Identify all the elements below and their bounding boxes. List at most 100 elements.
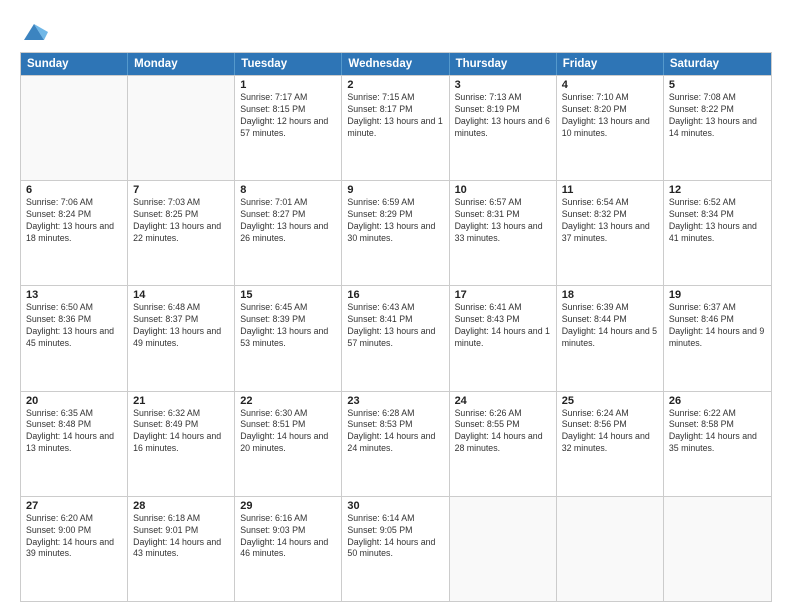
day-info: Sunrise: 6:57 AM Sunset: 8:31 PM Dayligh…: [455, 197, 551, 245]
calendar-cell-5: 5Sunrise: 7:08 AM Sunset: 8:22 PM Daylig…: [664, 76, 771, 180]
day-info: Sunrise: 6:28 AM Sunset: 8:53 PM Dayligh…: [347, 408, 443, 456]
calendar-cell-7: 7Sunrise: 7:03 AM Sunset: 8:25 PM Daylig…: [128, 181, 235, 285]
day-number: 24: [455, 395, 551, 407]
day-info: Sunrise: 6:45 AM Sunset: 8:39 PM Dayligh…: [240, 302, 336, 350]
logo-icon: [20, 18, 48, 46]
day-info: Sunrise: 6:32 AM Sunset: 8:49 PM Dayligh…: [133, 408, 229, 456]
day-info: Sunrise: 6:16 AM Sunset: 9:03 PM Dayligh…: [240, 513, 336, 561]
day-number: 16: [347, 289, 443, 301]
weekday-header-friday: Friday: [557, 53, 664, 75]
day-info: Sunrise: 7:17 AM Sunset: 8:15 PM Dayligh…: [240, 92, 336, 140]
day-info: Sunrise: 6:14 AM Sunset: 9:05 PM Dayligh…: [347, 513, 443, 561]
logo: [20, 18, 52, 46]
calendar-header: SundayMondayTuesdayWednesdayThursdayFrid…: [21, 53, 771, 75]
weekday-header-thursday: Thursday: [450, 53, 557, 75]
day-info: Sunrise: 7:01 AM Sunset: 8:27 PM Dayligh…: [240, 197, 336, 245]
day-number: 10: [455, 184, 551, 196]
day-info: Sunrise: 6:22 AM Sunset: 8:58 PM Dayligh…: [669, 408, 766, 456]
calendar-cell-empty: [450, 497, 557, 601]
day-number: 20: [26, 395, 122, 407]
day-number: 14: [133, 289, 229, 301]
calendar-row-0: 1Sunrise: 7:17 AM Sunset: 8:15 PM Daylig…: [21, 75, 771, 180]
day-number: 6: [26, 184, 122, 196]
calendar-cell-8: 8Sunrise: 7:01 AM Sunset: 8:27 PM Daylig…: [235, 181, 342, 285]
calendar-cell-10: 10Sunrise: 6:57 AM Sunset: 8:31 PM Dayli…: [450, 181, 557, 285]
calendar-cell-empty: [128, 76, 235, 180]
day-info: Sunrise: 6:24 AM Sunset: 8:56 PM Dayligh…: [562, 408, 658, 456]
day-info: Sunrise: 6:30 AM Sunset: 8:51 PM Dayligh…: [240, 408, 336, 456]
day-number: 28: [133, 500, 229, 512]
calendar-cell-16: 16Sunrise: 6:43 AM Sunset: 8:41 PM Dayli…: [342, 286, 449, 390]
calendar-row-2: 13Sunrise: 6:50 AM Sunset: 8:36 PM Dayli…: [21, 285, 771, 390]
calendar-cell-27: 27Sunrise: 6:20 AM Sunset: 9:00 PM Dayli…: [21, 497, 128, 601]
calendar: SundayMondayTuesdayWednesdayThursdayFrid…: [20, 52, 772, 602]
calendar-cell-19: 19Sunrise: 6:37 AM Sunset: 8:46 PM Dayli…: [664, 286, 771, 390]
calendar-cell-20: 20Sunrise: 6:35 AM Sunset: 8:48 PM Dayli…: [21, 392, 128, 496]
calendar-cell-30: 30Sunrise: 6:14 AM Sunset: 9:05 PM Dayli…: [342, 497, 449, 601]
day-number: 27: [26, 500, 122, 512]
calendar-cell-17: 17Sunrise: 6:41 AM Sunset: 8:43 PM Dayli…: [450, 286, 557, 390]
calendar-cell-12: 12Sunrise: 6:52 AM Sunset: 8:34 PM Dayli…: [664, 181, 771, 285]
calendar-cell-empty: [21, 76, 128, 180]
day-info: Sunrise: 6:26 AM Sunset: 8:55 PM Dayligh…: [455, 408, 551, 456]
day-info: Sunrise: 6:54 AM Sunset: 8:32 PM Dayligh…: [562, 197, 658, 245]
day-info: Sunrise: 7:15 AM Sunset: 8:17 PM Dayligh…: [347, 92, 443, 140]
day-number: 29: [240, 500, 336, 512]
calendar-body: 1Sunrise: 7:17 AM Sunset: 8:15 PM Daylig…: [21, 75, 771, 601]
weekday-header-saturday: Saturday: [664, 53, 771, 75]
calendar-cell-11: 11Sunrise: 6:54 AM Sunset: 8:32 PM Dayli…: [557, 181, 664, 285]
day-info: Sunrise: 6:41 AM Sunset: 8:43 PM Dayligh…: [455, 302, 551, 350]
day-number: 1: [240, 79, 336, 91]
day-number: 21: [133, 395, 229, 407]
calendar-cell-24: 24Sunrise: 6:26 AM Sunset: 8:55 PM Dayli…: [450, 392, 557, 496]
calendar-cell-3: 3Sunrise: 7:13 AM Sunset: 8:19 PM Daylig…: [450, 76, 557, 180]
calendar-cell-26: 26Sunrise: 6:22 AM Sunset: 8:58 PM Dayli…: [664, 392, 771, 496]
calendar-cell-22: 22Sunrise: 6:30 AM Sunset: 8:51 PM Dayli…: [235, 392, 342, 496]
calendar-cell-13: 13Sunrise: 6:50 AM Sunset: 8:36 PM Dayli…: [21, 286, 128, 390]
calendar-cell-25: 25Sunrise: 6:24 AM Sunset: 8:56 PM Dayli…: [557, 392, 664, 496]
day-number: 15: [240, 289, 336, 301]
calendar-row-1: 6Sunrise: 7:06 AM Sunset: 8:24 PM Daylig…: [21, 180, 771, 285]
day-info: Sunrise: 7:08 AM Sunset: 8:22 PM Dayligh…: [669, 92, 766, 140]
calendar-cell-15: 15Sunrise: 6:45 AM Sunset: 8:39 PM Dayli…: [235, 286, 342, 390]
day-number: 9: [347, 184, 443, 196]
calendar-row-3: 20Sunrise: 6:35 AM Sunset: 8:48 PM Dayli…: [21, 391, 771, 496]
calendar-cell-9: 9Sunrise: 6:59 AM Sunset: 8:29 PM Daylig…: [342, 181, 449, 285]
day-number: 26: [669, 395, 766, 407]
day-info: Sunrise: 7:03 AM Sunset: 8:25 PM Dayligh…: [133, 197, 229, 245]
day-number: 30: [347, 500, 443, 512]
day-info: Sunrise: 7:06 AM Sunset: 8:24 PM Dayligh…: [26, 197, 122, 245]
header: [20, 18, 772, 46]
calendar-row-4: 27Sunrise: 6:20 AM Sunset: 9:00 PM Dayli…: [21, 496, 771, 601]
day-number: 22: [240, 395, 336, 407]
day-info: Sunrise: 6:37 AM Sunset: 8:46 PM Dayligh…: [669, 302, 766, 350]
day-number: 19: [669, 289, 766, 301]
calendar-cell-6: 6Sunrise: 7:06 AM Sunset: 8:24 PM Daylig…: [21, 181, 128, 285]
day-number: 23: [347, 395, 443, 407]
day-number: 18: [562, 289, 658, 301]
calendar-cell-2: 2Sunrise: 7:15 AM Sunset: 8:17 PM Daylig…: [342, 76, 449, 180]
calendar-cell-1: 1Sunrise: 7:17 AM Sunset: 8:15 PM Daylig…: [235, 76, 342, 180]
weekday-header-wednesday: Wednesday: [342, 53, 449, 75]
day-info: Sunrise: 6:50 AM Sunset: 8:36 PM Dayligh…: [26, 302, 122, 350]
calendar-cell-29: 29Sunrise: 6:16 AM Sunset: 9:03 PM Dayli…: [235, 497, 342, 601]
calendar-cell-18: 18Sunrise: 6:39 AM Sunset: 8:44 PM Dayli…: [557, 286, 664, 390]
weekday-header-monday: Monday: [128, 53, 235, 75]
calendar-cell-empty: [664, 497, 771, 601]
day-number: 12: [669, 184, 766, 196]
day-info: Sunrise: 7:10 AM Sunset: 8:20 PM Dayligh…: [562, 92, 658, 140]
day-number: 3: [455, 79, 551, 91]
day-info: Sunrise: 6:35 AM Sunset: 8:48 PM Dayligh…: [26, 408, 122, 456]
page: SundayMondayTuesdayWednesdayThursdayFrid…: [0, 0, 792, 612]
calendar-cell-21: 21Sunrise: 6:32 AM Sunset: 8:49 PM Dayli…: [128, 392, 235, 496]
day-info: Sunrise: 6:20 AM Sunset: 9:00 PM Dayligh…: [26, 513, 122, 561]
calendar-cell-4: 4Sunrise: 7:10 AM Sunset: 8:20 PM Daylig…: [557, 76, 664, 180]
day-info: Sunrise: 6:43 AM Sunset: 8:41 PM Dayligh…: [347, 302, 443, 350]
day-number: 17: [455, 289, 551, 301]
weekday-header-sunday: Sunday: [21, 53, 128, 75]
day-info: Sunrise: 6:59 AM Sunset: 8:29 PM Dayligh…: [347, 197, 443, 245]
calendar-cell-28: 28Sunrise: 6:18 AM Sunset: 9:01 PM Dayli…: [128, 497, 235, 601]
day-info: Sunrise: 6:39 AM Sunset: 8:44 PM Dayligh…: [562, 302, 658, 350]
day-info: Sunrise: 6:52 AM Sunset: 8:34 PM Dayligh…: [669, 197, 766, 245]
day-number: 8: [240, 184, 336, 196]
